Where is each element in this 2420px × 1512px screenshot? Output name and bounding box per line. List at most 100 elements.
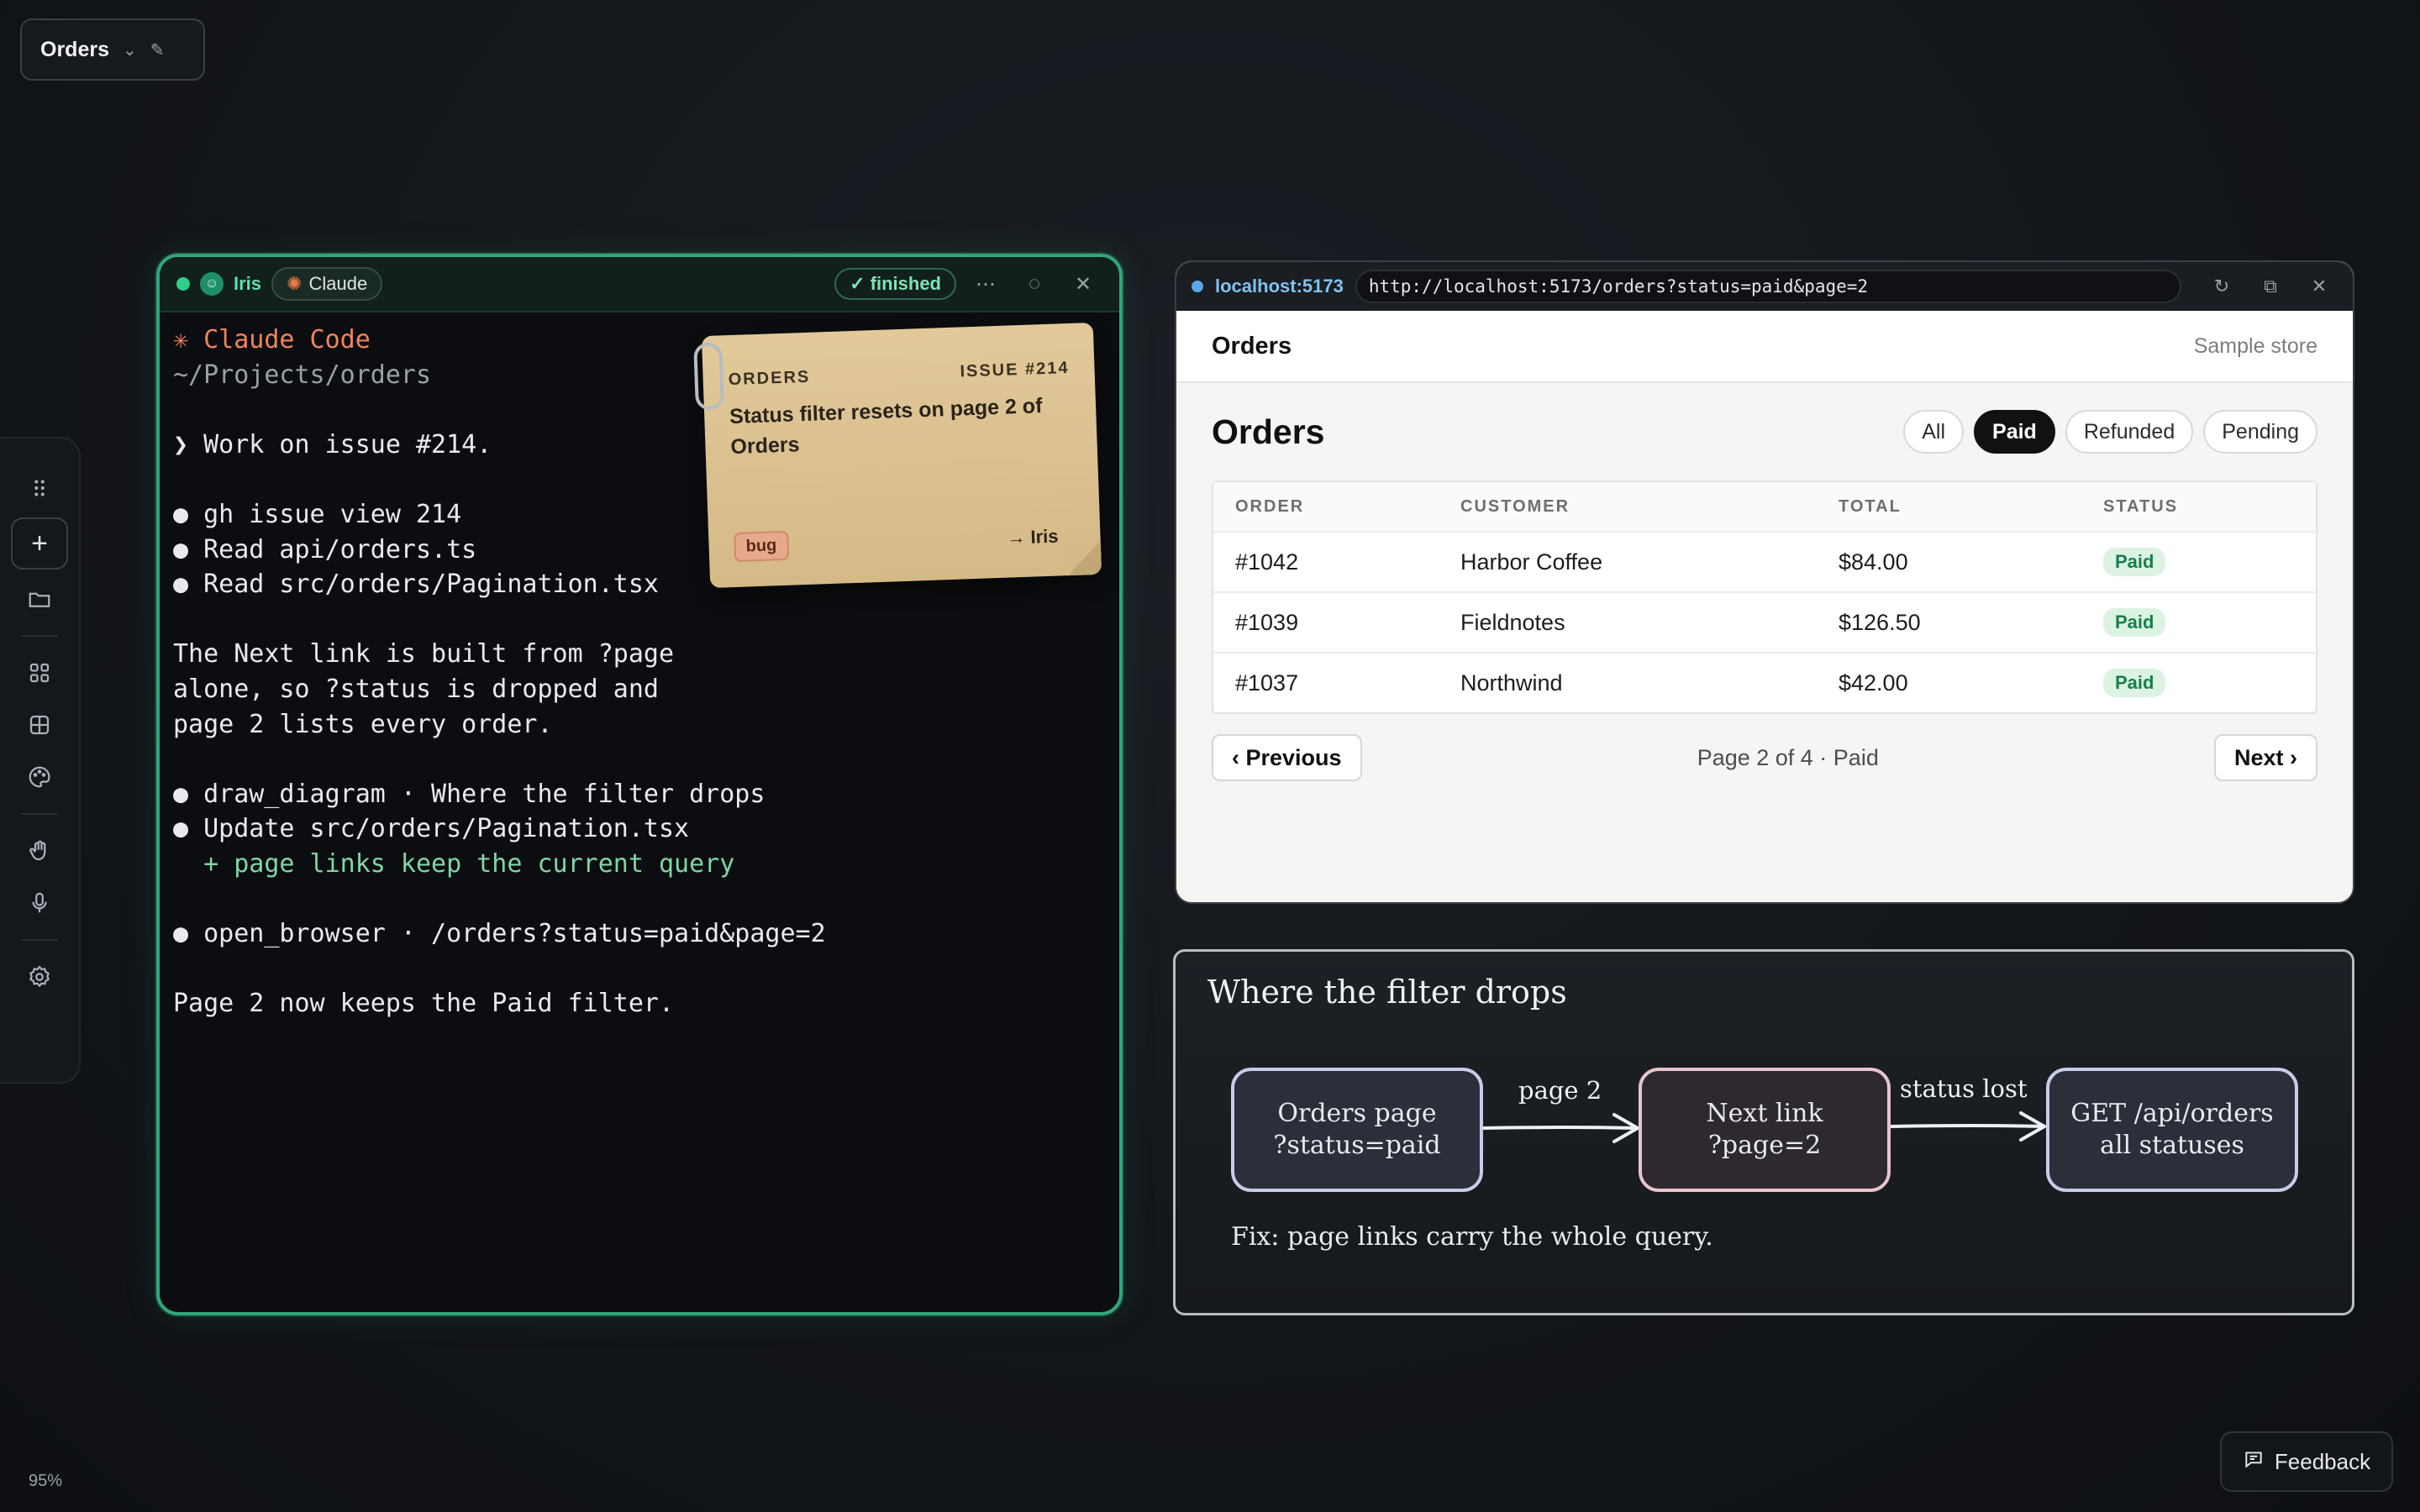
toolbar-divider	[21, 813, 58, 815]
diagram-node-next-link: Next link ?page=2	[1639, 1068, 1891, 1192]
terminal-header: ☺ Iris ✺ Claude ✓ finished ⋯ ◌ ✕	[160, 257, 1119, 312]
terminal-line: ● draw_diagram · Where the filter drops	[173, 779, 765, 809]
edit-icon[interactable]: ✎	[150, 39, 165, 60]
cell-customer: Harbor Coffee	[1460, 549, 1603, 575]
node-line: GET /api/orders	[2070, 1099, 2274, 1128]
add-icon[interactable]: +	[11, 517, 68, 570]
cell-total: $126.50	[1839, 609, 1921, 635]
page-curl	[1066, 540, 1102, 576]
table-row[interactable]: #1037 Northwind $42.00 Paid	[1213, 652, 2316, 712]
agent-avatar: ☺	[200, 272, 224, 296]
filter-refunded[interactable]: Refunded	[2065, 410, 2194, 454]
browser-header: localhost:5173 http://localhost:5173/ord…	[1176, 262, 2353, 311]
browser-host: localhost:5173	[1215, 276, 1344, 297]
table-row[interactable]: #1039 Fieldnotes $126.50 Paid	[1213, 591, 2316, 652]
status-badge: Paid	[2103, 548, 2166, 576]
pagination: ‹ Previous Page 2 of 4 · Paid Next ›	[1212, 734, 2317, 781]
filter-all[interactable]: All	[1903, 410, 1965, 454]
page-title: Orders	[1212, 412, 1325, 451]
node-line: ?page=2	[1707, 1131, 1822, 1160]
page-info: Page 2 of 4 · Paid	[1697, 744, 1879, 770]
status-dot	[176, 277, 190, 291]
model-chip-label: Claude	[308, 273, 368, 294]
col-status: STATUS	[2103, 496, 2179, 516]
settings-icon[interactable]	[11, 951, 68, 1003]
toolbar-divider	[21, 939, 58, 941]
agent-name: Iris	[234, 273, 262, 294]
terminal-line: ● Update src/orders/Pagination.tsx	[173, 814, 690, 844]
terminal-line: Page 2 now keeps the Paid filter.	[173, 989, 675, 1019]
address-bar[interactable]: http://localhost:5173/orders?status=paid…	[1355, 270, 2181, 303]
col-order: ORDER	[1235, 496, 1305, 516]
workspace-title: Orders	[40, 37, 109, 61]
app-brand[interactable]: Orders	[1212, 333, 1292, 360]
terminal-line: page 2 lists every order.	[173, 709, 553, 739]
filter-paid[interactable]: Paid	[1974, 410, 2055, 454]
issue-sticky-note[interactable]: ORDERS ISSUE #214 Status filter resets o…	[693, 322, 1102, 589]
loading-icon[interactable]: ◌	[1015, 272, 1054, 296]
filter-pending[interactable]: Pending	[2203, 410, 2317, 454]
node-line: all statuses	[2100, 1131, 2244, 1160]
edge-label-status-lost: status lost	[1900, 1074, 2028, 1103]
diagram-window[interactable]: Where the filter drops Orders page ?stat…	[1173, 949, 2354, 1315]
cell-order: #1042	[1235, 549, 1299, 575]
feedback-button[interactable]: Feedback	[2220, 1431, 2393, 1492]
reload-icon[interactable]: ↻	[2203, 276, 2240, 297]
arrow-edge-2	[1890, 1111, 2049, 1142]
cell-total: $42.00	[1839, 669, 1908, 696]
diagram-node-api: GET /api/orders all statuses	[2046, 1068, 2298, 1192]
terminal-line: The Next link is built from ?page	[173, 639, 675, 669]
sticky-issue-number: ISSUE #214	[960, 358, 1070, 381]
terminal-line: ● open_browser · /orders?status=paid&pag…	[173, 919, 826, 949]
terminal-line: + page links keep the current query	[173, 848, 735, 879]
status-filters: All Paid Refunded Pending	[1903, 410, 2317, 454]
folder-icon[interactable]	[11, 573, 68, 625]
cell-customer: Northwind	[1460, 669, 1563, 696]
more-icon[interactable]: ⋯	[966, 272, 1005, 297]
app-header: Orders Sample store	[1176, 311, 2353, 383]
hand-icon[interactable]	[11, 825, 68, 877]
open-external-icon[interactable]: ⧉	[2252, 276, 2289, 297]
palette-icon[interactable]	[11, 751, 68, 803]
sticky-assignee: → Iris	[1006, 525, 1059, 549]
cell-order: #1039	[1235, 609, 1299, 635]
node-line: Orders page	[1277, 1099, 1437, 1128]
toolbar-divider	[21, 635, 58, 637]
chat-icon	[2243, 1448, 2265, 1476]
table-header: ORDER CUSTOMER TOTAL STATUS	[1213, 482, 2316, 531]
next-button[interactable]: Next ›	[2213, 734, 2317, 781]
status-badge: Paid	[2103, 608, 2166, 637]
grip-icon[interactable]	[11, 462, 68, 514]
workspace-switcher[interactable]: Orders ⌄ ✎	[20, 18, 205, 81]
edge-label-page-2: page 2	[1518, 1076, 1602, 1105]
col-customer: CUSTOMER	[1460, 496, 1570, 516]
previous-button[interactable]: ‹ Previous	[1212, 734, 1362, 781]
mic-icon[interactable]	[11, 877, 68, 929]
orders-table: ORDER CUSTOMER TOTAL STATUS #1042 Harbor …	[1212, 480, 2317, 714]
left-toolbar: +	[0, 437, 81, 1084]
zoom-level: 95%	[29, 1472, 63, 1490]
chevron-down-icon[interactable]: ⌄	[123, 39, 137, 60]
status-dot	[1192, 281, 1203, 292]
cell-status: Paid	[2103, 548, 2294, 576]
orders-main: Orders All Paid Refunded Pending ORDER CUST…	[1176, 383, 2353, 781]
arrow-edge-1	[1481, 1113, 1642, 1143]
node-line: Next link	[1706, 1099, 1823, 1128]
table-row[interactable]: #1042 Harbor Coffee $84.00 Paid	[1213, 531, 2316, 591]
browser-window[interactable]: localhost:5173 http://localhost:5173/ord…	[1175, 260, 2354, 904]
close-icon[interactable]: ✕	[1064, 272, 1102, 297]
status-badge: Paid	[2103, 669, 2166, 697]
close-icon[interactable]: ✕	[2301, 276, 2338, 297]
sticky-title: Status filter resets on page 2 of Orders	[729, 394, 1043, 459]
cell-customer: Fieldnotes	[1460, 609, 1565, 635]
diagram-node-orders-page: Orders page ?status=paid	[1231, 1068, 1483, 1192]
grid-icon[interactable]	[11, 699, 68, 751]
node-line: ?status=paid	[1273, 1131, 1441, 1160]
model-chip[interactable]: ✺ Claude	[271, 267, 383, 301]
apps-icon[interactable]	[11, 647, 68, 699]
bug-label: bug	[734, 530, 789, 563]
col-total: TOTAL	[1839, 496, 1902, 516]
